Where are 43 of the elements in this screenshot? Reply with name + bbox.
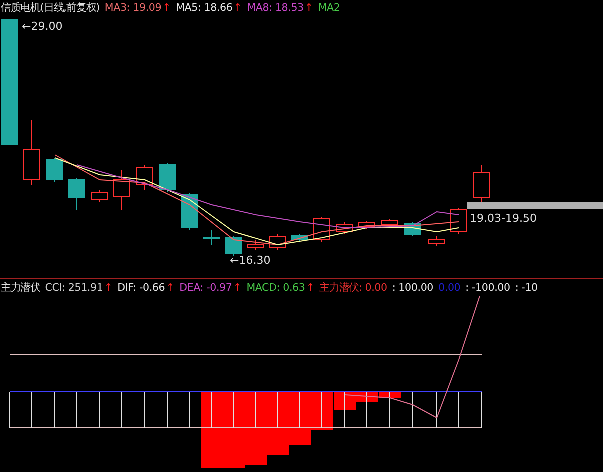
indicator-value: MA3: 19.09 xyxy=(104,2,162,14)
candlestick xyxy=(450,208,468,234)
indicator-value: MA5: 18.66 xyxy=(176,2,233,14)
indicator-value: MA2 xyxy=(318,2,340,14)
candlestick xyxy=(428,236,446,246)
candlestick xyxy=(92,190,108,202)
candlestick xyxy=(182,192,198,230)
candlestick xyxy=(336,222,354,234)
up-arrow-icon: ↑ xyxy=(233,282,242,294)
candlestick xyxy=(46,158,64,182)
indicator-value: 主力潜伏: 0.00 xyxy=(320,282,388,294)
up-arrow-icon: ↑ xyxy=(162,2,172,14)
indicator-value: DEA: -0.97 xyxy=(180,282,232,294)
price-label: ←16.30 xyxy=(230,254,271,267)
indicator-value: DIF: -0.66 xyxy=(118,282,166,294)
candlestick xyxy=(136,164,154,190)
indicator-value: MACD: 0.63 xyxy=(246,282,306,294)
indicator-value: : -100.00 xyxy=(466,282,510,294)
candlestick xyxy=(358,220,376,230)
candlestick xyxy=(382,218,398,228)
chart-title: 主力潜伏 xyxy=(1,280,40,294)
candlestick xyxy=(114,170,130,210)
up-arrow-icon: ↑ xyxy=(306,282,315,294)
candlestick xyxy=(292,234,308,242)
indicator-value: MA8: 18.53 xyxy=(247,2,304,14)
candlestick xyxy=(24,120,40,186)
up-arrow-icon: ↑ xyxy=(234,2,242,14)
candlestick xyxy=(270,234,286,250)
price-label: ←29.00 xyxy=(22,20,63,33)
candlestick xyxy=(204,230,220,246)
up-arrow-icon: ↑ xyxy=(104,282,113,294)
up-arrow-icon: ↑ xyxy=(304,2,314,14)
up-arrow-icon: ↑ xyxy=(166,282,175,294)
candlestick xyxy=(248,240,264,250)
indicator-value: CCI: 251.91 xyxy=(45,282,104,294)
price-label: 19.03-19.50 xyxy=(470,212,537,225)
chart-title: 信质电机(日线,前复权) xyxy=(1,1,100,15)
indicator-value: 0.00 xyxy=(438,282,461,294)
candlestick xyxy=(226,236,242,256)
candlestick xyxy=(160,162,176,192)
indicator-value: : 100.00 xyxy=(392,282,434,294)
candlestick xyxy=(68,178,86,210)
indicator-value: : -10 xyxy=(515,282,538,294)
